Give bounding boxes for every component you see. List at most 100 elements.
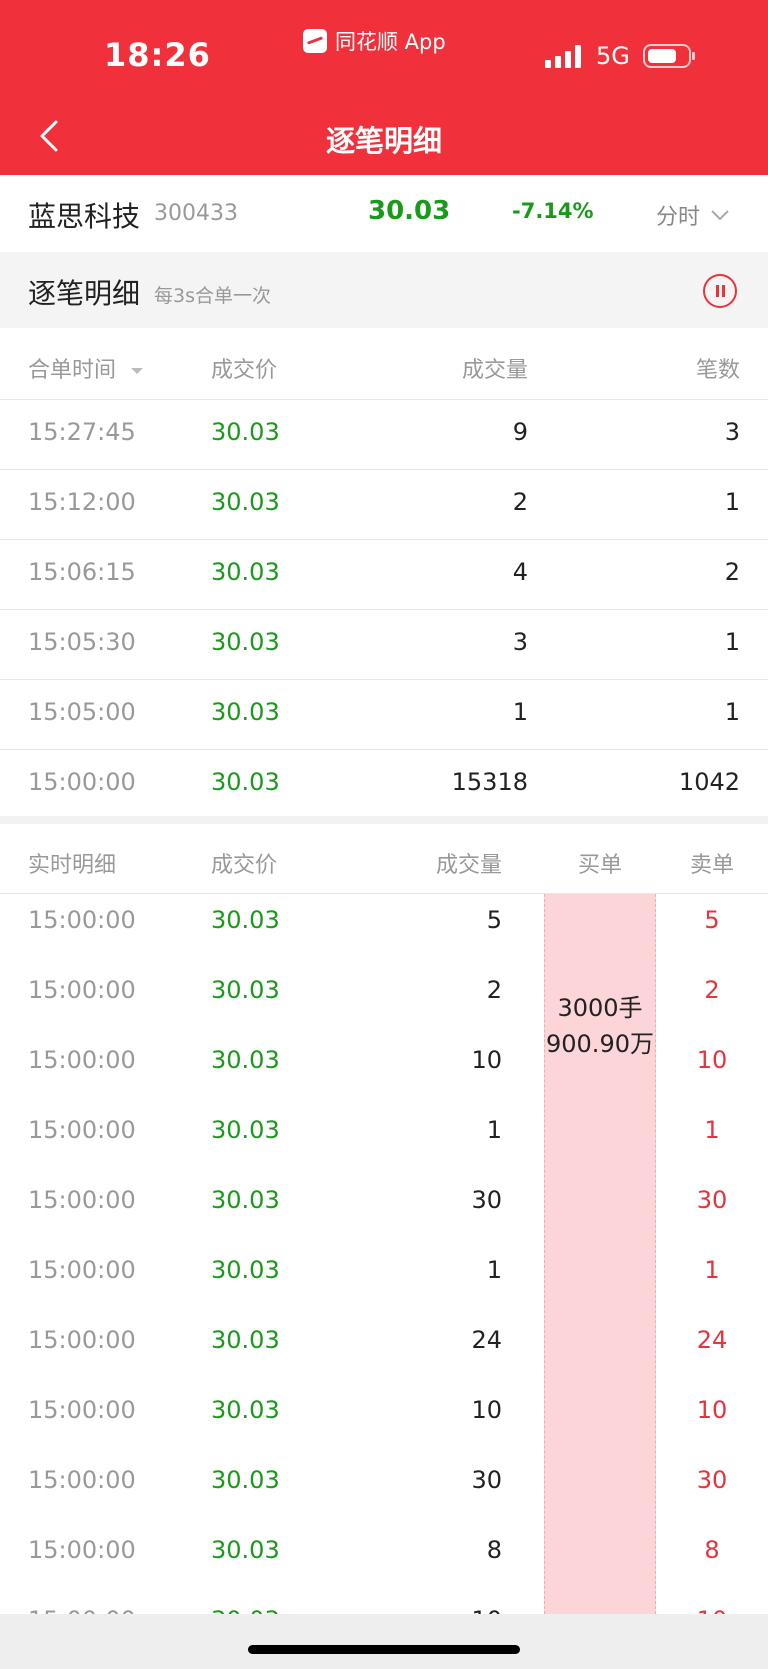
realtime-volume-header: 成交量 [435, 853, 502, 878]
row-time: 15:06:15 [28, 558, 136, 586]
row-price: 30.03 [211, 1186, 280, 1214]
row-sell: 30 [696, 1466, 728, 1494]
table-row[interactable]: 15:00:00 30.03 5 5 [0, 894, 768, 964]
row-price: 30.03 [211, 558, 280, 586]
row-volume: 4 [512, 558, 528, 586]
row-time: 15:00:00 [28, 1116, 136, 1144]
table-row[interactable]: 15:00:00 30.03 10 10 [0, 1594, 768, 1614]
table-row[interactable]: 15:27:45 30.03 9 3 [0, 400, 768, 470]
table-row[interactable]: 15:00:00 30.03 8 8 [0, 1524, 768, 1594]
row-price: 30.03 [211, 1606, 280, 1614]
table-row[interactable]: 15:00:00 30.03 10 10 [0, 1384, 768, 1454]
row-volume: 2 [486, 976, 502, 1004]
merged-time-header[interactable]: 合单时间 [28, 352, 145, 384]
row-price: 30.03 [211, 906, 280, 934]
row-time: 15:00:00 [28, 976, 136, 1004]
row-volume: 10 [471, 1396, 502, 1424]
section-title: 逐笔明细 [28, 277, 141, 310]
row-volume: 2 [512, 488, 528, 516]
network-label: 5G [596, 42, 630, 70]
home-bar-area [0, 1614, 768, 1669]
table-row[interactable]: 15:00:00 30.03 24 24 [0, 1314, 768, 1384]
row-volume: 15318 [451, 768, 528, 796]
row-time: 15:00:00 [28, 1536, 136, 1564]
row-time: 15:12:00 [28, 488, 136, 516]
home-indicator[interactable] [248, 1645, 520, 1654]
row-sell: 1 [704, 1256, 720, 1284]
period-label: 分时 [656, 205, 701, 230]
pause-button[interactable] [703, 274, 737, 308]
table-row[interactable]: 15:00:00 30.03 1 1 [0, 1244, 768, 1314]
table-row[interactable]: 15:00:00 30.03 1 1 [0, 1104, 768, 1174]
row-price: 30.03 [211, 768, 280, 796]
row-price: 30.03 [211, 1116, 280, 1144]
realtime-table-body[interactable]: 15:00:00 30.03 5 5 15:00:00 30.03 2 2 15:00:00 30… [0, 894, 768, 1614]
merged-time-header-label: 合单时间 [28, 358, 117, 383]
row-volume: 24 [471, 1326, 502, 1354]
merged-volume-header: 成交量 [461, 358, 528, 383]
row-sell: 24 [696, 1326, 728, 1354]
table-row[interactable]: 15:00:00 30.03 30 30 [0, 1454, 768, 1524]
row-price: 30.03 [211, 1326, 280, 1354]
page-title: 逐笔明细 [325, 124, 442, 158]
row-price: 30.03 [211, 628, 280, 656]
realtime-buy-header: 买单 [577, 853, 622, 878]
row-volume: 30 [471, 1186, 502, 1214]
table-row[interactable]: 15:06:15 30.03 4 2 [0, 540, 768, 610]
row-time: 15:05:30 [28, 628, 136, 656]
realtime-price-header: 成交价 [211, 853, 278, 878]
stock-name: 蓝思科技 [28, 200, 141, 233]
row-time: 15:00:00 [28, 1466, 136, 1494]
stock-code: 300433 [154, 201, 238, 226]
row-time: 15:27:45 [28, 418, 136, 446]
row-count: 3 [724, 418, 740, 446]
row-time: 15:00:00 [28, 1606, 136, 1614]
table-row[interactable]: 15:00:00 30.03 15318 1042 [0, 750, 768, 820]
row-price: 30.03 [211, 1256, 280, 1284]
row-price: 30.03 [211, 1536, 280, 1564]
table-row[interactable]: 15:05:00 30.03 1 1 [0, 680, 768, 750]
stock-change: -7.14% [512, 199, 594, 223]
row-volume: 3 [512, 628, 528, 656]
row-sell: 5 [704, 906, 720, 934]
table-row[interactable]: 15:00:00 30.03 2 2 [0, 964, 768, 1034]
row-volume: 1 [486, 1116, 502, 1144]
app-header: 18:26 同花顺 App 5G 逐笔明细 [0, 0, 768, 175]
row-count: 1 [724, 698, 740, 726]
source-app-indicator[interactable]: 同花顺 App [303, 26, 446, 56]
table-row[interactable]: 15:12:00 30.03 2 1 [0, 470, 768, 540]
status-time: 18:26 [104, 36, 211, 74]
row-time: 15:00:00 [28, 1046, 136, 1074]
signal-icon [545, 44, 581, 68]
row-time: 15:00:00 [28, 1256, 136, 1284]
sort-down-icon [131, 368, 144, 374]
merged-price-header: 成交价 [211, 358, 278, 383]
row-price: 30.03 [211, 1466, 280, 1494]
row-sell: 8 [704, 1536, 720, 1564]
row-sell: 2 [704, 976, 720, 1004]
table-row[interactable]: 15:00:00 30.03 30 30 [0, 1174, 768, 1244]
section-header: 逐笔明细 每3s合单一次 [0, 252, 768, 328]
row-sell: 10 [696, 1396, 728, 1424]
source-app-label: 同花顺 App [335, 30, 446, 54]
period-dropdown[interactable]: 分时 [656, 199, 730, 231]
row-volume: 5 [486, 906, 502, 934]
table-row[interactable]: 15:05:30 30.03 3 1 [0, 610, 768, 680]
section-divider [0, 816, 768, 824]
row-time: 15:00:00 [28, 1396, 136, 1424]
row-price: 30.03 [211, 488, 280, 516]
realtime-sell-header: 卖单 [689, 853, 734, 878]
table-row[interactable]: 15:00:00 30.03 10 10 [0, 1034, 768, 1104]
section-subtitle: 每3s合单一次 [154, 285, 271, 307]
row-sell: 10 [656, 1606, 768, 1614]
row-volume: 1 [486, 1256, 502, 1284]
row-sell: 10 [696, 1046, 728, 1074]
merged-count-header: 笔数 [695, 358, 740, 383]
row-price: 30.03 [211, 976, 280, 1004]
row-time: 15:00:00 [28, 1326, 136, 1354]
stock-info-bar: 蓝思科技 300433 30.03 -7.14% 分时 [0, 175, 768, 252]
row-price: 30.03 [211, 1046, 280, 1074]
row-count: 1042 [678, 768, 740, 796]
row-time: 15:00:00 [28, 906, 136, 934]
row-volume: 8 [486, 1536, 502, 1564]
